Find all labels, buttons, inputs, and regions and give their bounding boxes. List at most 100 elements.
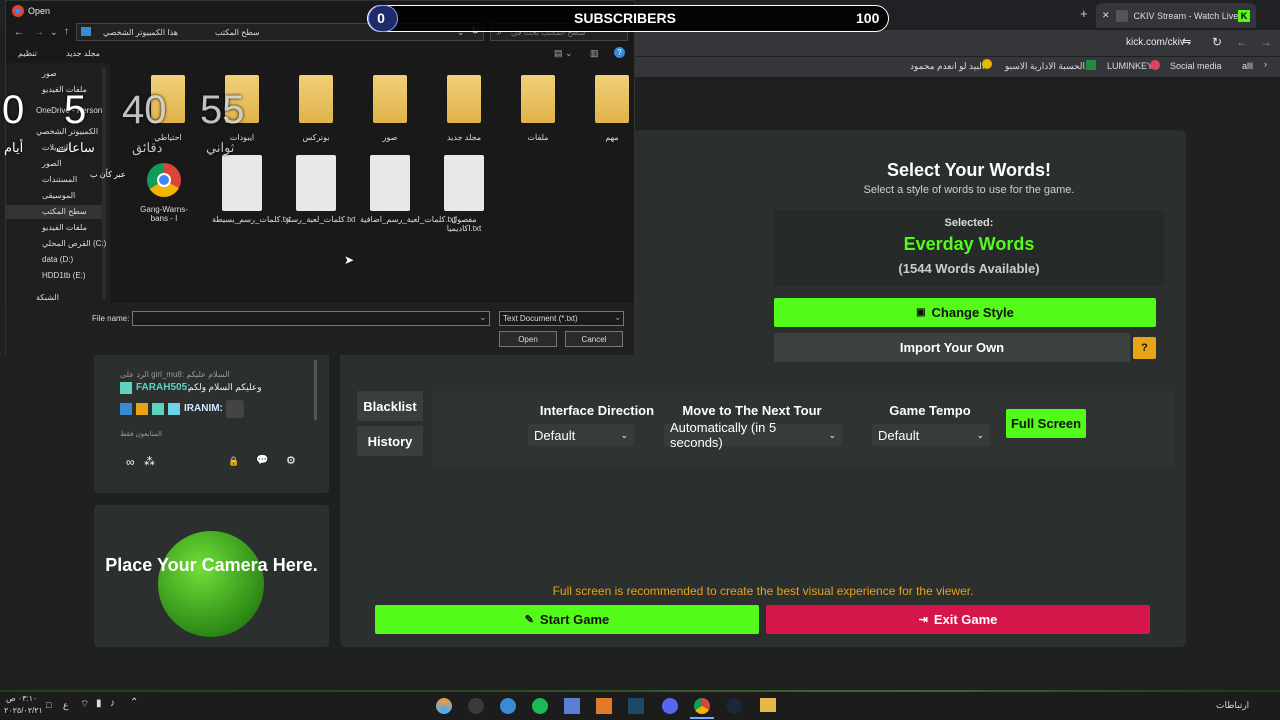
microphone-icon[interactable]: ♪ [110, 698, 115, 709]
bookmark-item[interactable]: LUMINKEY [1107, 61, 1153, 71]
app-icon[interactable] [596, 698, 612, 714]
folder-item[interactable]: صور [360, 75, 420, 142]
users-icon[interactable]: ⁂ [144, 455, 155, 468]
file-type-select[interactable]: Text Document (*.txt) ⌄ [499, 311, 624, 326]
text-file-icon [370, 155, 410, 211]
change-style-button[interactable]: ▣ Change Style [774, 298, 1156, 327]
app-icon[interactable] [628, 698, 644, 714]
back-icon[interactable]: ← [1236, 35, 1248, 49]
app-icon[interactable] [500, 698, 516, 714]
breadcrumb-item[interactable]: هذا الكمبيوتر الشخصي [103, 28, 178, 37]
up-icon[interactable]: ↑ [64, 26, 69, 37]
infinity-icon[interactable]: ∞ [126, 455, 135, 469]
import-own-button[interactable]: Import Your Own [774, 333, 1130, 362]
folder-item[interactable]: مجلد جديد [434, 75, 494, 142]
site-settings-icon[interactable]: ⇋ [1182, 35, 1191, 48]
file-name: كلمات_رسم_بسيطة.txt [212, 215, 292, 224]
file-name-input[interactable]: ⌄ [132, 311, 490, 326]
folder-item[interactable]: ملفات [508, 75, 568, 142]
breadcrumb-item[interactable]: سطح المكتب [215, 28, 260, 37]
folder-item[interactable]: بوترکس [286, 75, 346, 142]
app-icon[interactable] [532, 698, 548, 714]
bookmark-item[interactable]: Social media [1170, 61, 1222, 71]
address-bar[interactable]: kick.com/ckiv ⇋ ↻ ← → [630, 30, 1280, 56]
folder-icon [447, 75, 481, 123]
help-button[interactable]: ? [1133, 337, 1156, 359]
tempo-select[interactable]: Default ⌄ [872, 424, 990, 446]
selected-style-name: Everday Words [903, 234, 1035, 254]
chat-username[interactable]: FARAH505: [136, 382, 190, 393]
nav-item-pictures-2[interactable]: الصور [42, 159, 62, 168]
nav-item-videos-2[interactable]: ملفات الفيديو [42, 223, 87, 232]
move-next-select[interactable]: Automatically (in 5 seconds) ⌄ [664, 420, 842, 450]
nav-item-drive-e[interactable]: HDD1tb (E:) [42, 271, 86, 280]
start-game-button[interactable]: ✎ Start Game [375, 605, 759, 634]
discord-icon[interactable] [662, 698, 678, 714]
file-explorer-icon[interactable] [760, 698, 776, 712]
chevron-down-icon[interactable]: ⌄ [50, 27, 58, 38]
calculator-icon[interactable] [564, 698, 580, 714]
full-screen-label: Full Screen [1010, 416, 1082, 431]
nav-item-pictures[interactable]: صور [42, 69, 57, 78]
help-icon[interactable]: ? [614, 47, 625, 58]
exit-game-button[interactable]: ⇥ Exit Game [766, 605, 1150, 634]
countdown-seconds-value: 55 [200, 88, 245, 132]
close-icon[interactable]: ✕ [1102, 10, 1110, 21]
file-item[interactable]: كلمات_لعبة_رسم_اضافية.txt [360, 155, 456, 224]
bookmark-item[interactable]: alll [1242, 61, 1253, 71]
bookmark-item[interactable]: البيد لو انعدم محمود [910, 61, 984, 72]
new-tab-icon[interactable]: + [1080, 6, 1088, 21]
folder-item[interactable]: مهم [582, 75, 642, 142]
nav-item-drive-d[interactable]: data (D:) [42, 255, 73, 264]
text-file-icon [296, 155, 336, 211]
folder-icon [595, 75, 629, 123]
forward-icon[interactable]: → [34, 27, 44, 38]
history-button[interactable]: History [357, 426, 423, 456]
chat-bubble-icon[interactable]: 💬 [256, 455, 268, 466]
file-item[interactable]: كلمات_لعبة_رسم.txt [286, 155, 356, 224]
mascot-image [158, 531, 264, 637]
language-indicator[interactable]: ع [63, 700, 68, 711]
chevron-up-icon[interactable]: ⌃ [130, 697, 138, 708]
forward-icon[interactable]: → [1260, 35, 1272, 49]
nav-item-documents[interactable]: المستندات [42, 175, 77, 184]
full-screen-button[interactable]: Full Screen [1006, 409, 1086, 438]
tab-kick[interactable]: ✕ CKIV Stream - Watch Live o K [1096, 3, 1256, 28]
nav-item-desktop[interactable]: سطح المكتب [42, 207, 87, 216]
reload-icon[interactable]: ↻ [1212, 35, 1222, 49]
file-item[interactable]: كلمات_رسم_بسيطة.txt [212, 155, 292, 224]
gear-icon[interactable]: ⚙ [286, 454, 296, 467]
nav-item-music[interactable]: الموسيقى [42, 191, 75, 200]
chrome-icon[interactable] [694, 698, 710, 714]
links-toolbar[interactable]: ارتباطات [1216, 700, 1249, 711]
chat-username[interactable]: IRANIM: [184, 403, 223, 414]
file-item[interactable]: Gang-Warns-bans - ا [134, 155, 194, 223]
nav-scrollbar[interactable] [102, 67, 106, 299]
new-folder-button[interactable]: مجلد جديد [66, 49, 100, 58]
back-icon[interactable]: ← [14, 27, 24, 38]
cancel-button[interactable]: Cancel [565, 331, 623, 347]
app-icon[interactable] [468, 698, 484, 714]
folder-icon [299, 75, 333, 123]
app-icon[interactable] [436, 698, 452, 714]
clock-time[interactable]: ٠٣:١٠ ص [6, 694, 37, 703]
bookmark-item[interactable]: الحسبة الادارية الاسبو... [1005, 61, 1093, 72]
view-icon[interactable]: ▤ ⌄ [554, 48, 573, 59]
battery-icon[interactable]: ▮ [96, 698, 102, 709]
more-bookmarks-icon[interactable]: › [1264, 59, 1267, 69]
interface-direction-select[interactable]: Default ⌄ [528, 424, 634, 446]
wifi-icon[interactable]: ⌔ [80, 698, 89, 711]
nav-item-network[interactable]: الشبكة [36, 293, 59, 302]
open-button[interactable]: Open [499, 331, 557, 347]
notification-icon[interactable]: □ [46, 700, 51, 710]
nav-item-drive-c[interactable]: القرص المحلي (C:) [42, 239, 106, 248]
lock-icon[interactable]: 🔒 [228, 456, 239, 467]
blacklist-button[interactable]: Blacklist [357, 391, 423, 421]
steam-icon[interactable] [726, 698, 742, 714]
folder-icon [521, 75, 555, 123]
clock-date[interactable]: ٢٠٢٥/٠٢/٢١ [4, 706, 43, 715]
folder-name: بوترکس [302, 133, 330, 142]
preview-pane-icon[interactable]: ▥ [590, 48, 599, 59]
chat-scrollbar[interactable] [314, 360, 317, 420]
organize-button[interactable]: تنظيم [18, 49, 37, 58]
